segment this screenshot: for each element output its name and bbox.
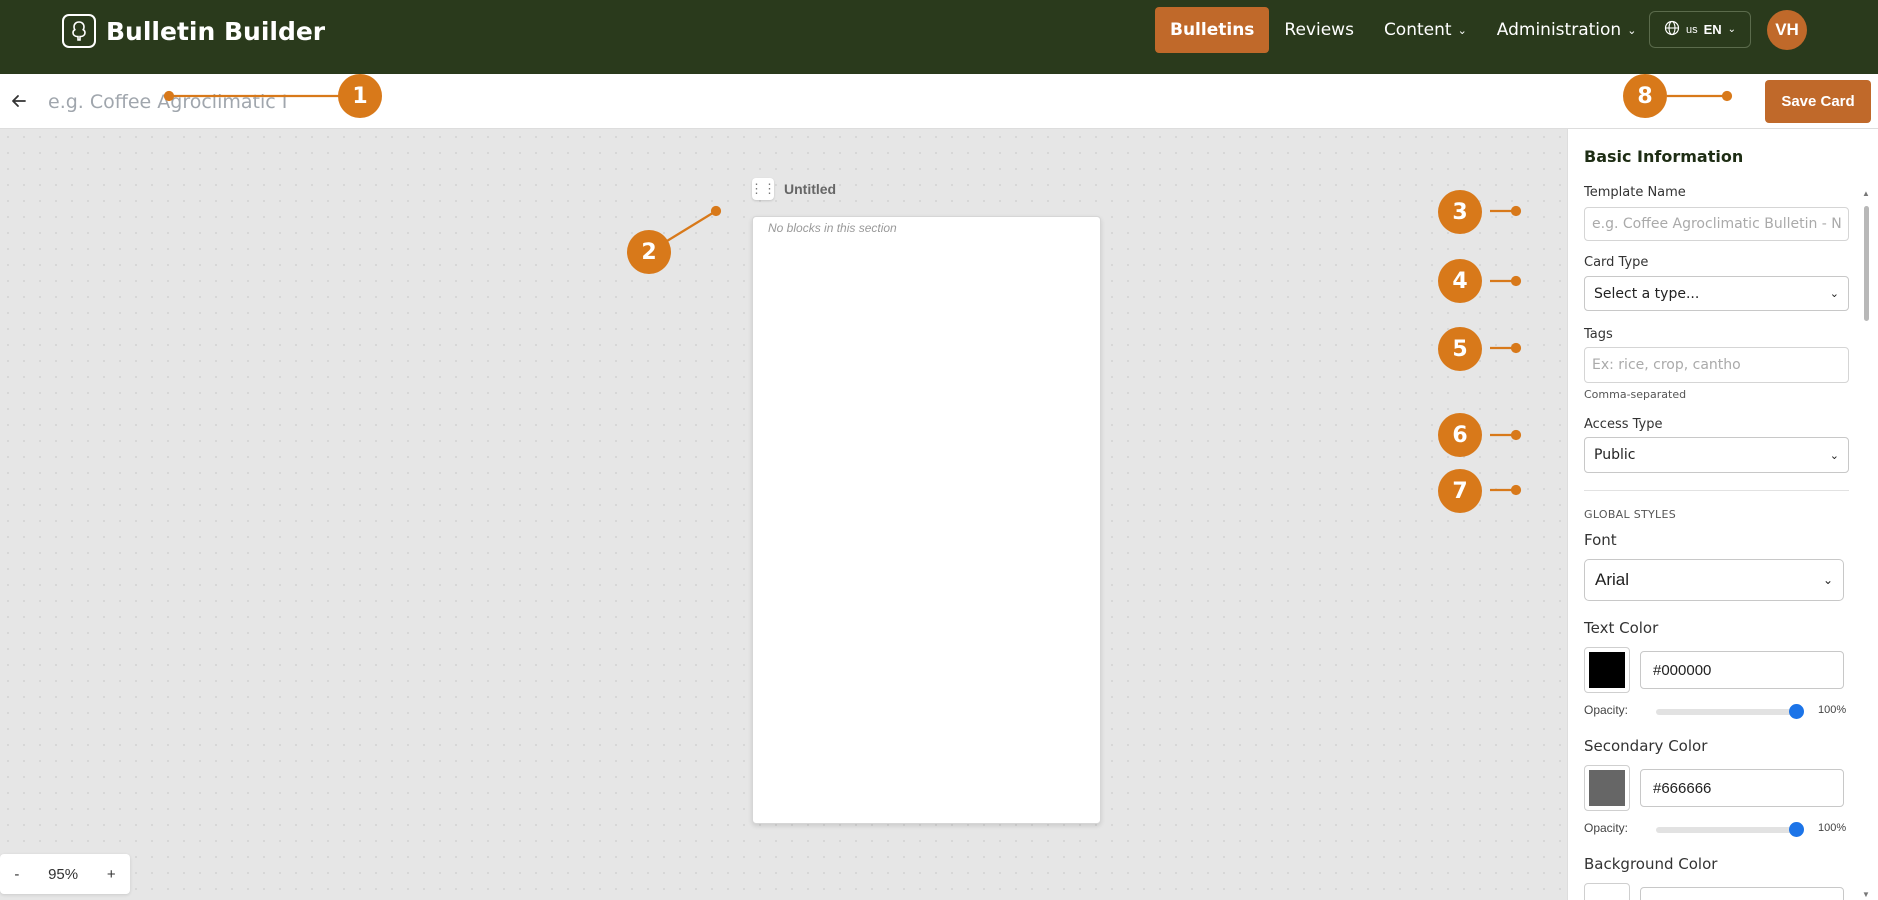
- scrollbar-thumb[interactable]: [1864, 206, 1869, 321]
- card-title-input[interactable]: [48, 87, 548, 117]
- brand-title: Bulletin Builder: [106, 16, 326, 46]
- text-color-hex-input[interactable]: #000000: [1640, 651, 1844, 689]
- callout-6: 6: [1438, 413, 1482, 457]
- scroll-up-icon[interactable]: ▲: [1862, 189, 1870, 198]
- zoom-level: 95%: [48, 865, 79, 883]
- secondary-color-opacity-value: 100%: [1818, 822, 1847, 834]
- callout-7: 7: [1438, 469, 1482, 513]
- font-select[interactable]: Arial ⌄: [1584, 559, 1844, 601]
- card-preview[interactable]: No blocks in this section: [752, 216, 1101, 824]
- drag-handle-icon[interactable]: ⋮⋮: [750, 178, 776, 200]
- text-color-opacity-slider[interactable]: [1656, 709, 1796, 715]
- settings-panel: Basic Information Template Name Card Typ…: [1567, 129, 1878, 900]
- secondary-color-hex-input[interactable]: #666666: [1640, 769, 1844, 807]
- chevron-down-icon: ⌄: [1627, 23, 1637, 37]
- secondary-color-opacity-label: Opacity:: [1584, 821, 1629, 835]
- chevron-down-icon: ⌄: [1822, 573, 1833, 587]
- language-code: EN: [1703, 22, 1722, 37]
- language-flag: us: [1685, 23, 1698, 36]
- text-color-swatch[interactable]: [1584, 647, 1630, 693]
- font-value: Arial: [1595, 570, 1630, 589]
- secondary-color-opacity-slider[interactable]: [1656, 827, 1796, 833]
- secondary-color-opacity-thumb[interactable]: [1789, 822, 1804, 837]
- editor-header: Save Card: [0, 74, 1878, 129]
- save-card-button[interactable]: Save Card: [1765, 80, 1871, 123]
- text-color-label: Text Color: [1584, 619, 1659, 637]
- tags-label: Tags: [1584, 327, 1613, 342]
- panel-scrollbar[interactable]: ▲ ▼: [1862, 189, 1870, 900]
- back-arrow-icon[interactable]: [8, 90, 30, 112]
- tags-help-text: Comma-separated: [1584, 388, 1687, 401]
- secondary-color-swatch[interactable]: [1584, 765, 1630, 811]
- chevron-down-icon: ⌄: [1457, 23, 1467, 37]
- scroll-down-icon[interactable]: ▼: [1862, 890, 1870, 899]
- section-title: Untitled: [784, 181, 837, 197]
- zoom-control: - 95% +: [0, 854, 130, 894]
- tags-input[interactable]: [1584, 347, 1849, 383]
- background-color-swatch[interactable]: [1584, 883, 1630, 900]
- nav-content[interactable]: Content ⌄: [1369, 7, 1482, 53]
- main-nav: Bulletins Reviews Content ⌄ Administratio…: [1155, 7, 1651, 53]
- callout-3: 3: [1438, 190, 1482, 234]
- global-styles-heading: GLOBAL STYLES: [1584, 508, 1676, 521]
- zoom-out-button[interactable]: -: [14, 866, 19, 883]
- callout-2: 2: [627, 230, 671, 274]
- template-name-input[interactable]: [1584, 207, 1849, 241]
- access-type-value: Public: [1594, 447, 1636, 463]
- card-type-select[interactable]: Select a type... ⌄: [1584, 276, 1849, 311]
- text-color-opacity-value: 100%: [1818, 704, 1847, 716]
- access-type-select[interactable]: Public ⌄: [1584, 437, 1849, 473]
- panel-title: Basic Information: [1584, 147, 1744, 166]
- section-header: ⋮⋮ Untitled: [750, 178, 837, 200]
- template-name-label: Template Name: [1584, 185, 1686, 200]
- nav-content-label: Content: [1383, 20, 1452, 40]
- background-color-hex-input[interactable]: [1640, 887, 1844, 900]
- globe-icon: [1664, 20, 1680, 39]
- language-selector[interactable]: us EN ⌄: [1649, 11, 1751, 48]
- card-type-value: Select a type...: [1594, 285, 1700, 302]
- brand[interactable]: Bulletin Builder: [62, 14, 325, 48]
- card-type-label: Card Type: [1584, 255, 1649, 270]
- zoom-in-button[interactable]: +: [107, 866, 116, 883]
- access-type-label: Access Type: [1584, 417, 1663, 432]
- nav-bulletins-label: Bulletins: [1170, 20, 1255, 40]
- nav-reviews-label: Reviews: [1284, 20, 1354, 40]
- text-color-opacity-thumb[interactable]: [1789, 704, 1804, 719]
- avatar[interactable]: VH: [1767, 10, 1807, 50]
- chevron-down-icon: ⌄: [1829, 448, 1839, 462]
- callout-4: 4: [1438, 259, 1482, 303]
- nav-reviews[interactable]: Reviews: [1269, 7, 1369, 53]
- top-navbar: Bulletin Builder Bulletins Reviews Conte…: [0, 0, 1878, 74]
- chevron-down-icon: ⌄: [1829, 287, 1839, 300]
- callout-1: 1: [338, 74, 382, 118]
- nav-administration-label: Administration: [1496, 20, 1622, 40]
- tree-logo-icon: [62, 14, 96, 48]
- divider: [1584, 490, 1849, 491]
- font-label: Font: [1584, 531, 1617, 549]
- nav-bulletins[interactable]: Bulletins: [1155, 7, 1270, 53]
- callout-8: 8: [1623, 74, 1667, 118]
- chevron-down-icon: ⌄: [1727, 24, 1737, 35]
- callout-5: 5: [1438, 327, 1482, 371]
- nav-administration[interactable]: Administration ⌄: [1482, 7, 1652, 53]
- text-color-opacity-label: Opacity:: [1584, 703, 1629, 717]
- secondary-color-label: Secondary Color: [1584, 737, 1708, 755]
- empty-section-message: No blocks in this section: [768, 221, 897, 235]
- background-color-label: Background Color: [1584, 855, 1718, 873]
